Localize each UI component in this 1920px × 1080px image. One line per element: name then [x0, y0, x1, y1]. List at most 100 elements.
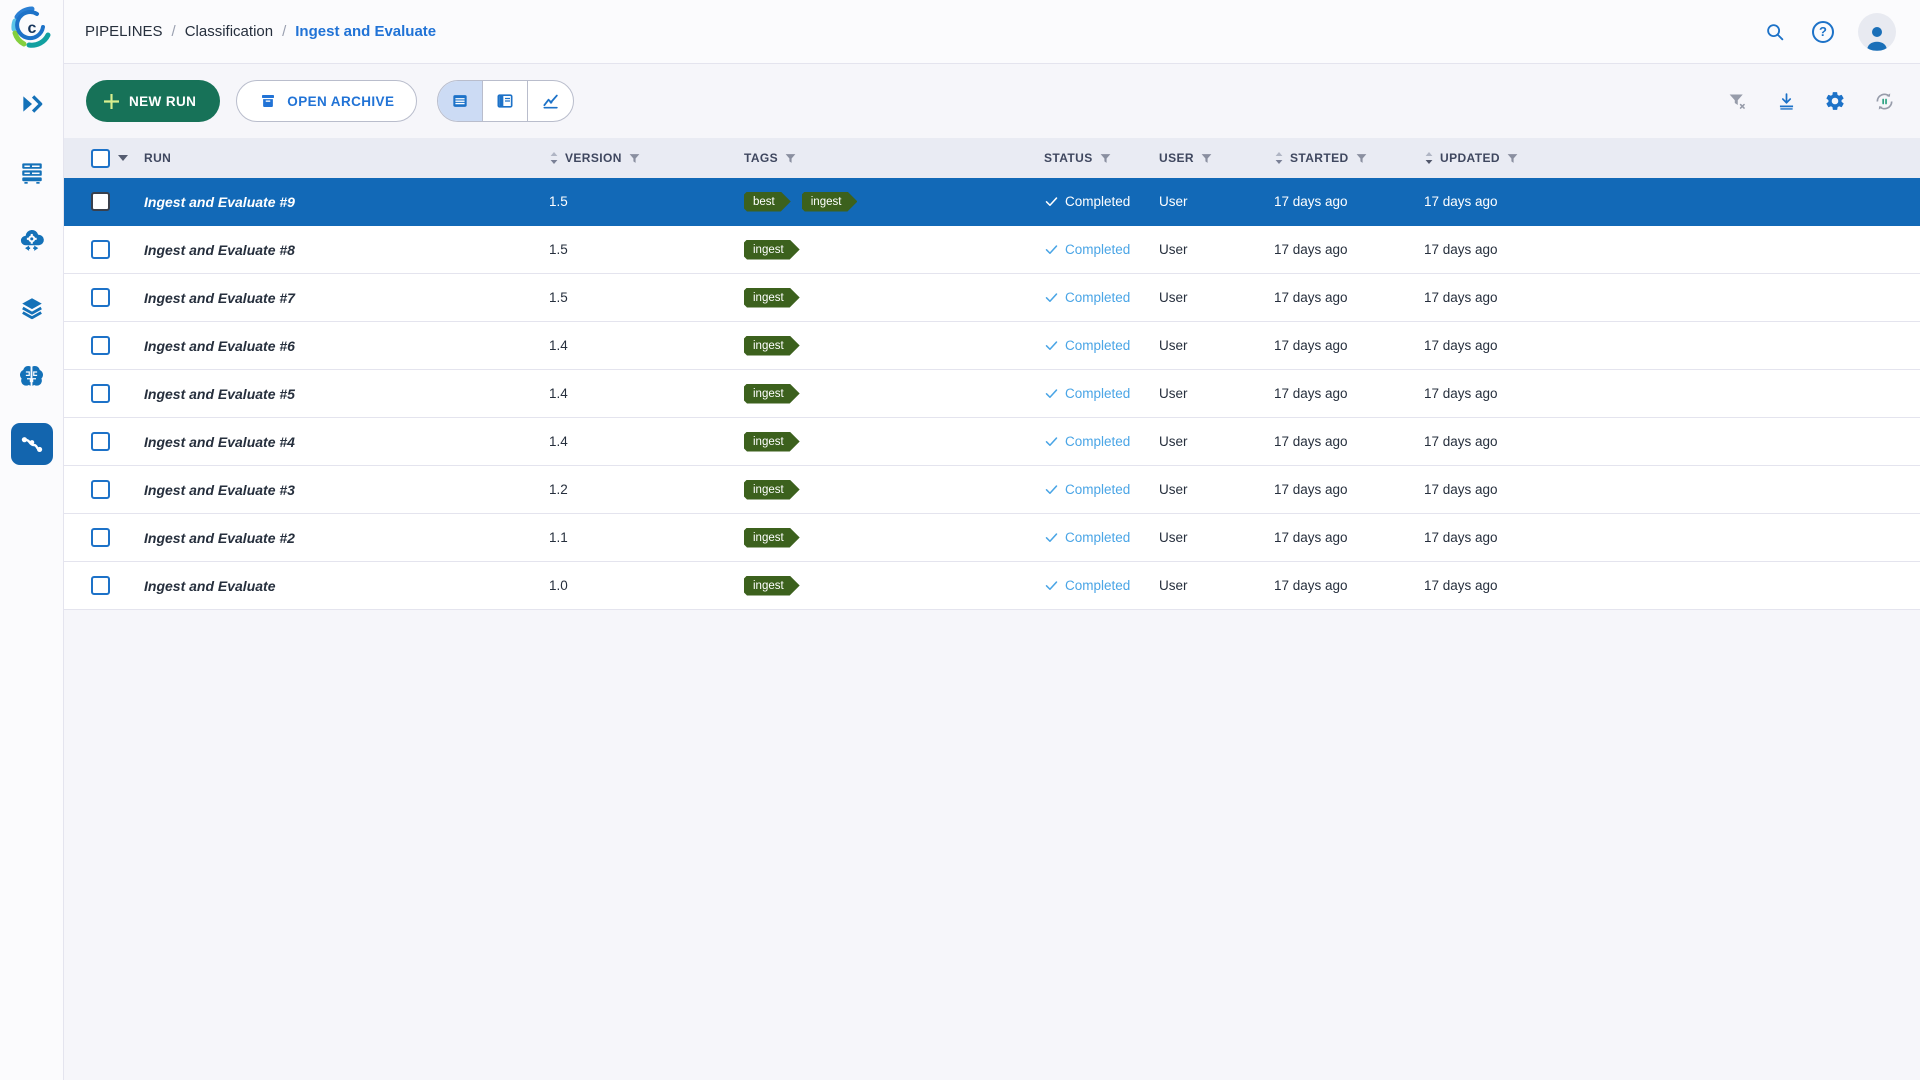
row-checkbox[interactable] [91, 432, 110, 451]
run-cell[interactable]: Ingest and Evaluate #8 [134, 242, 541, 258]
sort-icon[interactable] [549, 151, 559, 165]
version-cell: 1.4 [541, 338, 736, 353]
run-cell[interactable]: Ingest and Evaluate #9 [134, 194, 541, 210]
table-row[interactable]: Ingest and Evaluate #5 1.4 ingest Comple… [64, 370, 1920, 418]
started-cell: 17 days ago [1266, 338, 1416, 353]
search-icon[interactable] [1762, 19, 1788, 45]
tags-cell: ingest [736, 576, 1036, 596]
run-cell[interactable]: Ingest and Evaluate [134, 578, 541, 594]
row-checkbox[interactable] [91, 528, 110, 547]
view-mode-switcher [437, 80, 574, 122]
new-run-label: NEW RUN [129, 94, 196, 109]
column-header-started[interactable]: STARTED [1266, 151, 1416, 165]
status-cell: Completed [1036, 194, 1151, 209]
clear-filters-icon[interactable] [1725, 89, 1749, 113]
filter-icon[interactable] [1200, 152, 1213, 165]
table-row[interactable]: Ingest and Evaluate #7 1.5 ingest Comple… [64, 274, 1920, 322]
select-dropdown-icon[interactable] [118, 155, 128, 161]
run-cell[interactable]: Ingest and Evaluate #3 [134, 482, 541, 498]
table-row[interactable]: Ingest and Evaluate #4 1.4 ingest Comple… [64, 418, 1920, 466]
clearml-logo[interactable]: c [10, 5, 54, 49]
sort-icon[interactable] [1424, 151, 1434, 165]
column-header-run[interactable]: RUN [134, 151, 541, 165]
row-checkbox[interactable] [91, 192, 110, 211]
run-name[interactable]: Ingest and Evaluate #6 [144, 338, 295, 354]
tags-cell: ingest [736, 240, 1036, 260]
status-label: Completed [1065, 194, 1130, 209]
auto-refresh-icon[interactable] [1872, 89, 1896, 113]
row-checkbox[interactable] [91, 576, 110, 595]
chart-view-button[interactable] [528, 81, 573, 121]
run-name[interactable]: Ingest and Evaluate #5 [144, 386, 295, 402]
chart-view-icon [541, 91, 561, 111]
tag-chip[interactable]: ingest [744, 240, 800, 260]
run-name[interactable]: Ingest and Evaluate [144, 578, 275, 594]
projects-icon[interactable] [11, 83, 53, 125]
column-header-updated[interactable]: UPDATED [1416, 151, 1920, 165]
filter-icon[interactable] [1099, 152, 1112, 165]
tag-chip[interactable]: best [744, 192, 791, 212]
column-header-version[interactable]: VERSION [541, 151, 736, 165]
filter-icon[interactable] [628, 152, 641, 165]
status-label: Completed [1065, 338, 1130, 353]
tag-chip[interactable]: ingest [744, 336, 800, 356]
settings-icon[interactable] [1823, 89, 1847, 113]
row-checkbox[interactable] [91, 480, 110, 499]
sort-icon[interactable] [1274, 151, 1284, 165]
tag-chip[interactable]: ingest [744, 528, 800, 548]
help-icon[interactable]: ? [1810, 19, 1836, 45]
row-checkbox[interactable] [91, 336, 110, 355]
open-archive-button[interactable]: OPEN ARCHIVE [236, 80, 417, 122]
open-archive-label: OPEN ARCHIVE [287, 94, 394, 109]
filter-icon[interactable] [1355, 152, 1368, 165]
row-checkbox[interactable] [91, 288, 110, 307]
column-header-status[interactable]: STATUS [1036, 151, 1151, 165]
workers-icon[interactable] [11, 219, 53, 261]
models-icon[interactable] [11, 355, 53, 397]
row-checkbox[interactable] [91, 384, 110, 403]
run-name[interactable]: Ingest and Evaluate #9 [144, 194, 295, 210]
tag-chip[interactable]: ingest [802, 192, 858, 212]
tag-chip[interactable]: ingest [744, 288, 800, 308]
row-checkbox[interactable] [91, 240, 110, 259]
filter-icon[interactable] [784, 152, 797, 165]
filter-icon[interactable] [1506, 152, 1519, 165]
tag-chip[interactable]: ingest [744, 432, 800, 452]
run-name[interactable]: Ingest and Evaluate #4 [144, 434, 295, 450]
table-row[interactable]: Ingest and Evaluate #6 1.4 ingest Comple… [64, 322, 1920, 370]
queues-icon[interactable] [11, 151, 53, 193]
run-cell[interactable]: Ingest and Evaluate #7 [134, 290, 541, 306]
breadcrumb-pipeline: Ingest and Evaluate [295, 23, 436, 40]
table-row[interactable]: Ingest and Evaluate #8 1.5 ingest Comple… [64, 226, 1920, 274]
table-row[interactable]: Ingest and Evaluate #3 1.2 ingest Comple… [64, 466, 1920, 514]
run-cell[interactable]: Ingest and Evaluate #5 [134, 386, 541, 402]
download-icon[interactable] [1774, 89, 1798, 113]
table-view-button[interactable] [438, 81, 483, 121]
status-cell: Completed [1036, 578, 1151, 593]
table-row[interactable]: Ingest and Evaluate #9 1.5 bestingest Co… [64, 178, 1920, 226]
user-avatar[interactable] [1858, 13, 1896, 51]
table-row[interactable]: Ingest and Evaluate 1.0 ingest Completed… [64, 562, 1920, 610]
run-cell[interactable]: Ingest and Evaluate #2 [134, 530, 541, 546]
tag-chip[interactable]: ingest [744, 576, 800, 596]
version-cell: 1.0 [541, 578, 736, 593]
column-header-tags[interactable]: TAGS [736, 151, 1036, 165]
run-cell[interactable]: Ingest and Evaluate #6 [134, 338, 541, 354]
new-run-button[interactable]: NEW RUN [86, 80, 220, 122]
datasets-icon[interactable] [11, 287, 53, 329]
breadcrumb-project[interactable]: Classification [185, 23, 273, 40]
run-name[interactable]: Ingest and Evaluate #7 [144, 290, 295, 306]
run-name[interactable]: Ingest and Evaluate #8 [144, 242, 295, 258]
run-name[interactable]: Ingest and Evaluate #2 [144, 530, 295, 546]
run-cell[interactable]: Ingest and Evaluate #4 [134, 434, 541, 450]
run-name[interactable]: Ingest and Evaluate #3 [144, 482, 295, 498]
split-view-button[interactable] [483, 81, 528, 121]
pipelines-icon[interactable] [11, 423, 53, 465]
table-row[interactable]: Ingest and Evaluate #2 1.1 ingest Comple… [64, 514, 1920, 562]
select-all-checkbox[interactable] [91, 149, 110, 168]
tag-chip[interactable]: ingest [744, 384, 800, 404]
column-label: USER [1159, 151, 1194, 165]
tag-chip[interactable]: ingest [744, 480, 800, 500]
column-header-user[interactable]: USER [1151, 151, 1266, 165]
breadcrumb-section[interactable]: PIPELINES [85, 23, 163, 40]
